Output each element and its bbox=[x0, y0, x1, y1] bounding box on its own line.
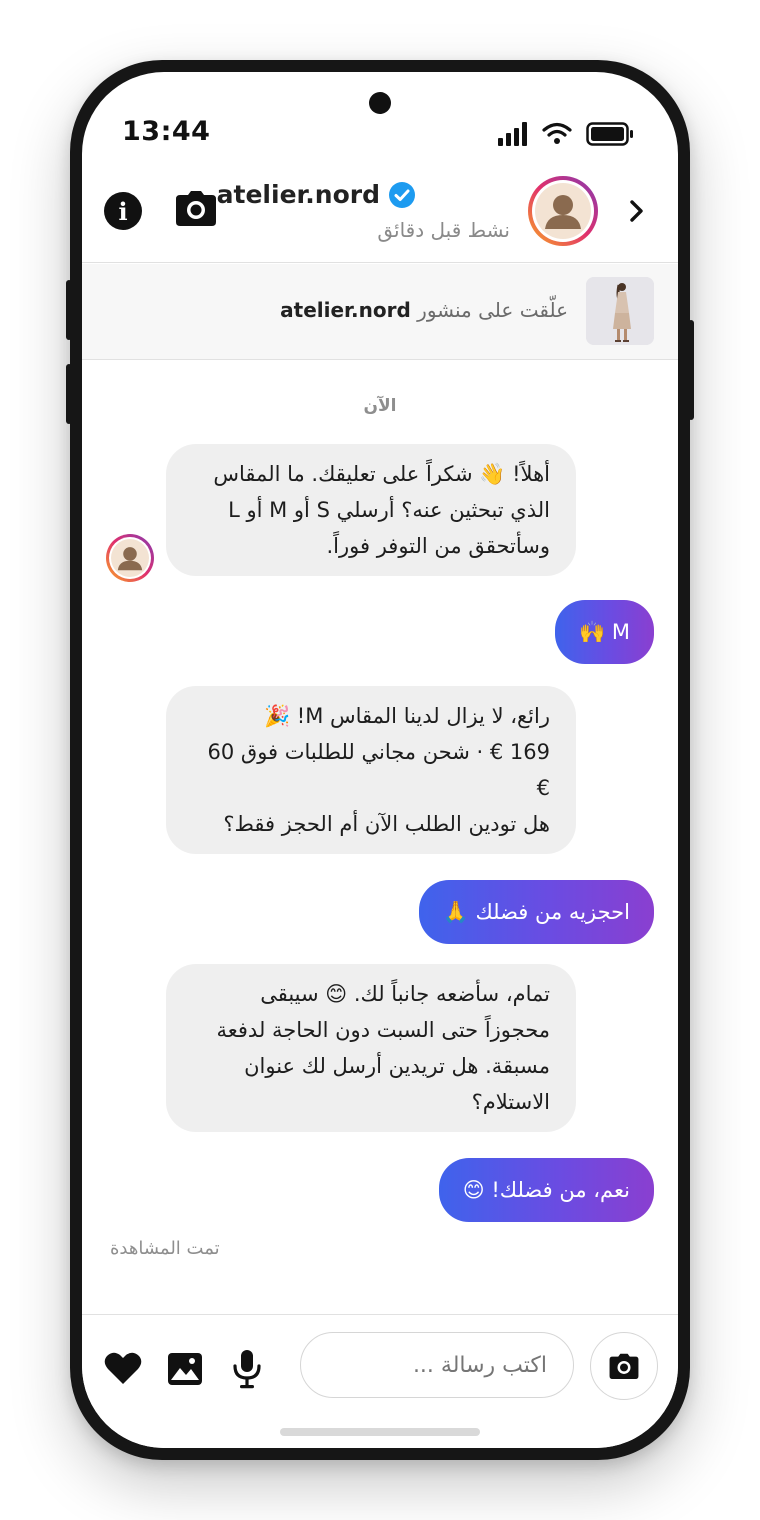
camera-button[interactable] bbox=[590, 1332, 658, 1400]
volume-down-button bbox=[66, 364, 72, 424]
message-bubble-incoming[interactable]: رائع، لا يزال لدينا المقاس M! 🎉 169 € · … bbox=[166, 686, 576, 854]
home-indicator[interactable] bbox=[280, 1428, 480, 1436]
thread-timestamp: الآن bbox=[363, 396, 397, 416]
sender-avatar[interactable] bbox=[106, 534, 154, 582]
avatar-person-icon bbox=[117, 547, 143, 571]
username: atelier.nord bbox=[216, 180, 380, 209]
avatar-person-icon bbox=[545, 195, 581, 229]
back-button[interactable] bbox=[626, 194, 648, 232]
back-chevron-icon bbox=[630, 200, 643, 222]
seen-receipt: تمت المشاهدة bbox=[110, 1238, 220, 1259]
message-line: تمام، سأضعه جانباً لك. 😊 سيبقى bbox=[260, 982, 550, 1006]
post-reference-prefix: علّقت على منشور bbox=[410, 298, 568, 322]
message-line: رائع، لا يزال لدينا المقاس M! 🎉 bbox=[263, 704, 550, 728]
signal-icon bbox=[498, 122, 527, 146]
chat-header: i atelier.nord نشط قبل دقائق bbox=[82, 168, 678, 263]
profile-name-row[interactable]: atelier.nord bbox=[217, 180, 416, 209]
heart-icon bbox=[104, 1352, 142, 1384]
dress-photo bbox=[586, 277, 654, 345]
verified-badge-icon bbox=[389, 181, 415, 208]
battery-icon bbox=[586, 122, 633, 146]
like-button[interactable] bbox=[104, 1351, 142, 1389]
image-icon bbox=[168, 1353, 202, 1385]
post-reference-text: علّقت على منشور atelier.nord bbox=[280, 298, 568, 322]
video-call-button[interactable] bbox=[176, 190, 216, 230]
status-time: 13:44 bbox=[122, 116, 211, 147]
camera-icon bbox=[176, 191, 216, 226]
screen: 13:44 i atelier.nord نشط قبل دقائق علّقت… bbox=[82, 72, 678, 1448]
post-thumbnail[interactable] bbox=[586, 277, 654, 345]
microphone-icon bbox=[233, 1350, 261, 1389]
message-bubble-incoming[interactable]: تمام، سأضعه جانباً لك. 😊 سيبقى محجوزاً ح… bbox=[166, 964, 576, 1132]
voice-message-button[interactable] bbox=[232, 1349, 262, 1393]
message-line: هل تودين الطلب الآن أم الحجز فقط؟ bbox=[223, 812, 550, 836]
message-line: € bbox=[536, 776, 550, 800]
message-line: الاستلام؟ bbox=[471, 1090, 550, 1114]
wifi-icon bbox=[542, 122, 572, 144]
status-icons bbox=[498, 122, 634, 146]
message-line: الذي تبحثين عنه؟ أرسلي S أو M أو L bbox=[228, 498, 550, 522]
message-bubble-outgoing[interactable]: احجزيه من فضلك 🙏 bbox=[418, 880, 654, 944]
front-camera bbox=[369, 92, 391, 114]
power-button bbox=[688, 320, 694, 420]
activity-status: نشط قبل دقائق bbox=[377, 218, 510, 242]
message-line: مسبقة. هل تريدين أرسل لك عنوان bbox=[244, 1054, 550, 1078]
message-bubble-incoming[interactable]: أهلاً! 👋 شكراً على تعليقك. ما المقاس الذ… bbox=[166, 444, 576, 576]
camera-icon bbox=[609, 1353, 639, 1379]
message-bubble-outgoing[interactable]: نعم، من فضلك! 😊 bbox=[438, 1158, 654, 1222]
volume-up-button bbox=[66, 280, 72, 340]
post-reference-account[interactable]: atelier.nord bbox=[280, 298, 411, 322]
post-reference-banner[interactable]: علّقت على منشور atelier.nord bbox=[82, 264, 678, 360]
info-icon[interactable]: i bbox=[104, 192, 142, 230]
profile-avatar[interactable] bbox=[528, 176, 598, 246]
message-input[interactable] bbox=[300, 1332, 574, 1398]
message-bubble-outgoing[interactable]: M 🙌 bbox=[555, 600, 654, 664]
message-line: وسأتحقق من التوفر فوراً. bbox=[326, 534, 550, 558]
gallery-button[interactable] bbox=[168, 1353, 202, 1389]
message-line: أهلاً! 👋 شكراً على تعليقك. ما المقاس bbox=[213, 462, 550, 486]
message-line: 169 € · شحن مجاني للطلبات فوق 60 bbox=[207, 740, 551, 764]
message-line: محجوزاً حتى السبت دون الحاجة لدفعة bbox=[216, 1018, 551, 1042]
